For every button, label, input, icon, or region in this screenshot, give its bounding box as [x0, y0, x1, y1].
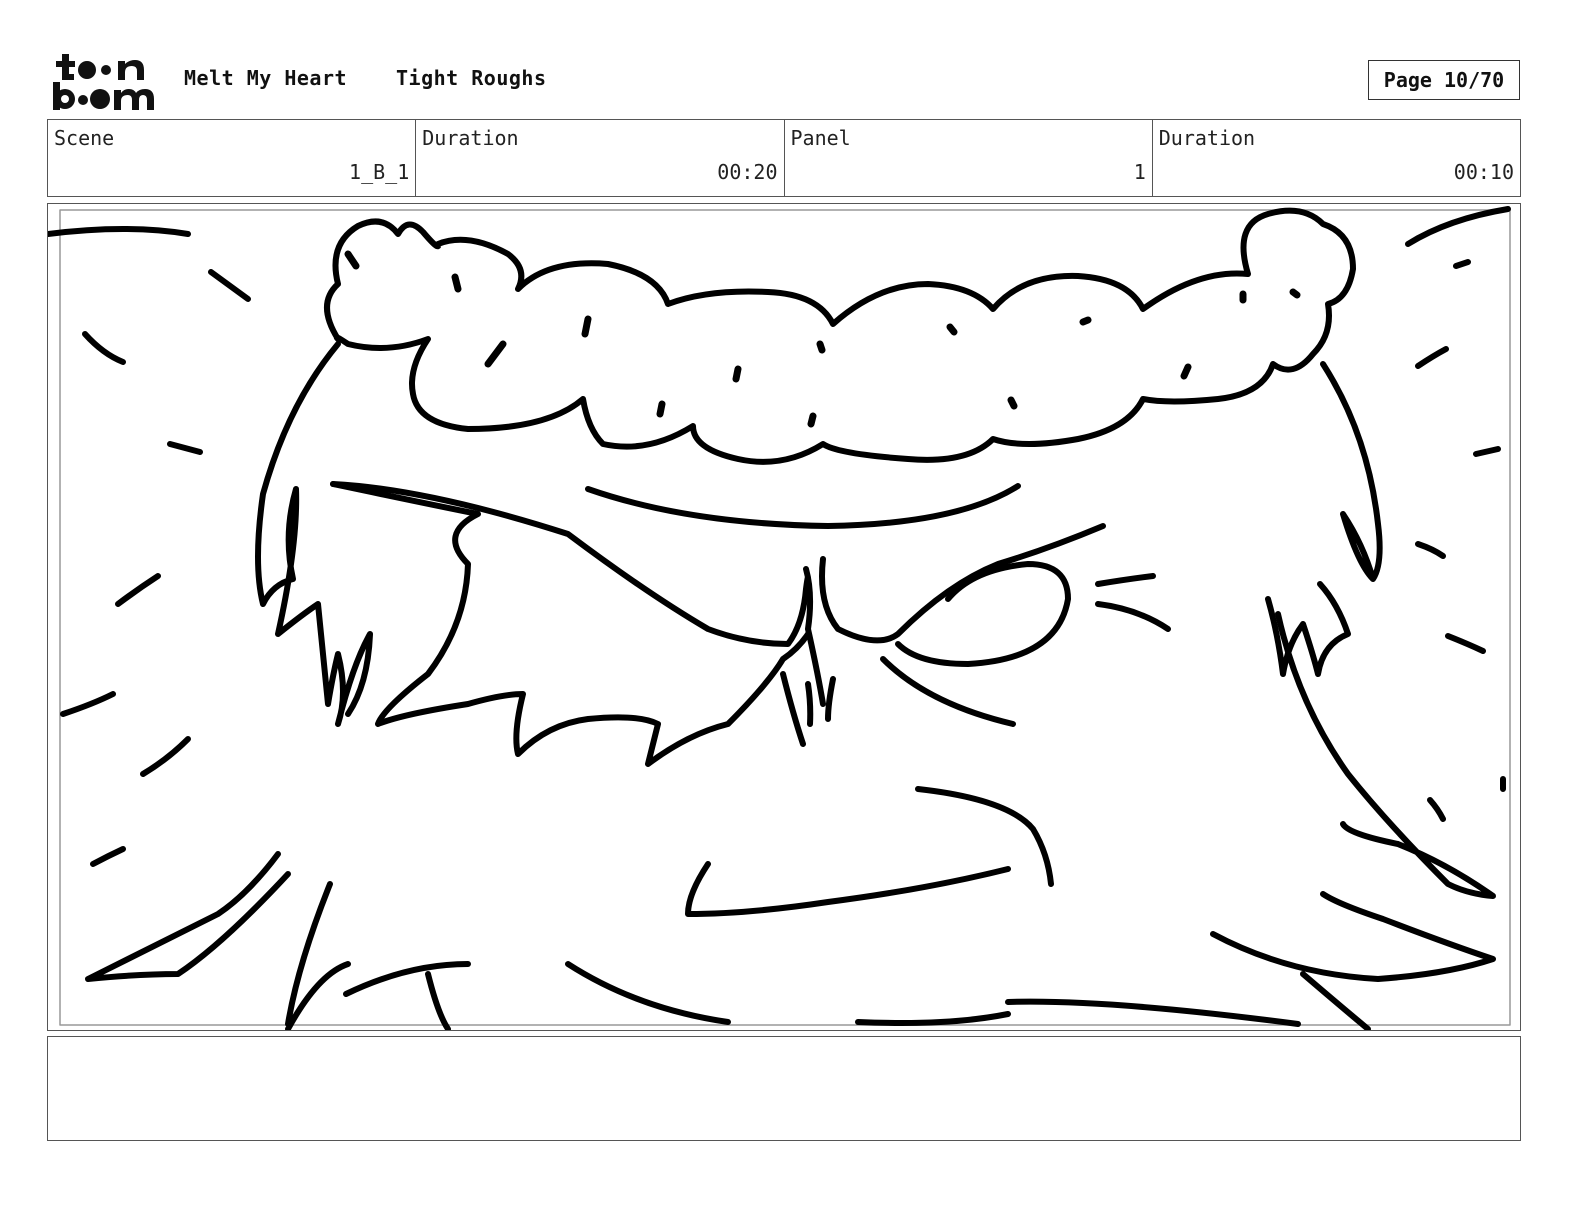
project-title: Melt My Heart: [184, 66, 348, 90]
page-indicator: Page 10/70: [1368, 60, 1520, 100]
panel-label: Panel: [790, 126, 851, 150]
scene-cell: Scene 1_B_1: [48, 120, 417, 196]
panel-notes: [47, 1036, 1521, 1141]
panel-value: 1: [1133, 160, 1146, 184]
scene-duration-label: Duration: [422, 126, 519, 150]
scene-label: Scene: [54, 126, 115, 150]
panel-drawing: [48, 206, 1511, 1030]
character-sketch: [48, 206, 1511, 1030]
scene-duration-cell: Duration 00:20: [416, 120, 785, 196]
scene-value: 1_B_1: [349, 160, 410, 184]
stage-title: Tight Roughs: [396, 66, 547, 90]
inner-frame-guide: [59, 209, 1511, 1026]
toon-boom-logo-icon: [53, 54, 154, 110]
panel-duration-cell: Duration 00:10: [1153, 120, 1520, 196]
panel-duration-value: 00:10: [1453, 160, 1514, 184]
scene-duration-value: 00:20: [717, 160, 778, 184]
panel-duration-label: Duration: [1158, 126, 1256, 150]
info-bar: Scene 1_B_1 Duration 00:20 Panel 1 Durat…: [47, 119, 1521, 197]
storyboard-panel: [47, 203, 1521, 1031]
panel-cell: Panel 1: [785, 120, 1153, 196]
